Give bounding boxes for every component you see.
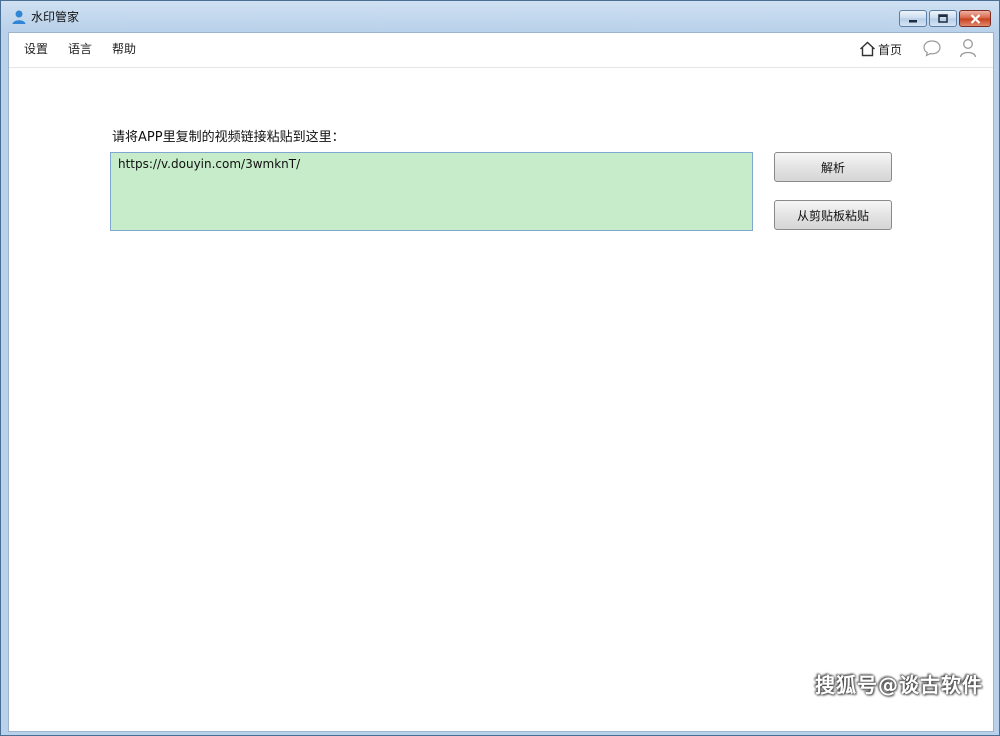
home-label: 首页 <box>878 42 903 57</box>
menu-help[interactable]: 帮助 <box>112 41 136 57</box>
parse-button[interactable]: 解析 <box>774 152 892 182</box>
maximize-icon <box>938 14 948 23</box>
app-window: 水印管家 设置 语言 帮助 首页 请将APP里复制的视频链接粘贴到这里： htt… <box>0 0 1000 736</box>
user-icon[interactable] <box>959 38 977 58</box>
minimize-button[interactable] <box>899 10 927 27</box>
video-url-input[interactable] <box>110 152 753 231</box>
title-bar[interactable]: 水印管家 <box>1 1 999 31</box>
close-icon <box>970 13 980 24</box>
client-area: 设置 语言 帮助 首页 请将APP里复制的视频链接粘贴到这里： 解析 从剪贴板粘… <box>8 32 994 732</box>
user-figure-icon <box>12 10 26 24</box>
menu-language[interactable]: 语言 <box>68 41 92 57</box>
paste-from-clipboard-button[interactable]: 从剪贴板粘贴 <box>774 200 892 230</box>
watermark-text: 搜狐号@谈古软件 <box>815 673 983 697</box>
chat-bubble-icon[interactable] <box>922 39 942 57</box>
window-controls <box>899 10 991 28</box>
home-link[interactable]: 首页 <box>859 40 902 58</box>
menu-settings[interactable]: 设置 <box>24 41 48 57</box>
url-prompt-label: 请将APP里复制的视频链接粘贴到这里： <box>112 130 345 145</box>
home-icon <box>860 41 875 57</box>
minimize-icon <box>909 19 917 22</box>
maximize-button[interactable] <box>929 10 957 27</box>
close-button[interactable] <box>959 10 991 27</box>
window-title: 水印管家 <box>31 10 80 24</box>
menu-bar: 设置 语言 帮助 首页 <box>9 33 993 68</box>
